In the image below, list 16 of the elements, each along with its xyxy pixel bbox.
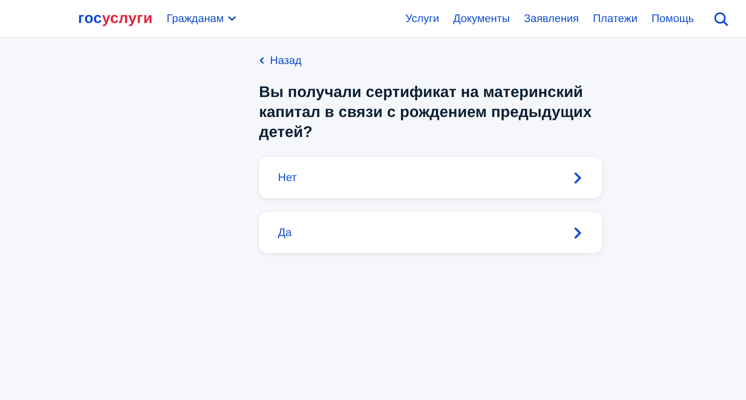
search-icon[interactable] (714, 12, 728, 26)
caret-icon (228, 15, 236, 22)
answer-option[interactable]: Нет (259, 157, 602, 198)
nav-link[interactable]: Услуги (405, 12, 440, 24)
answer-option[interactable]: Да (259, 212, 602, 253)
audience-menu[interactable]: Гражданам (166, 12, 236, 24)
nav-link[interactable]: Заявления (524, 12, 579, 24)
question-title: Вы получали сертификат на материнский капитал в связи с рождением предыдущих детей? (259, 83, 593, 143)
back-link[interactable]: Назад (259, 54, 302, 66)
nav-link[interactable]: Платежи (592, 12, 638, 24)
nav-link[interactable]: Помощь (652, 12, 694, 24)
chevron-right-icon (574, 172, 582, 184)
logo[interactable]: госуслуги (78, 10, 153, 27)
chevron-left-icon (259, 57, 264, 64)
chevron-right-icon (574, 226, 582, 238)
nav-link[interactable]: Документы (453, 12, 510, 24)
